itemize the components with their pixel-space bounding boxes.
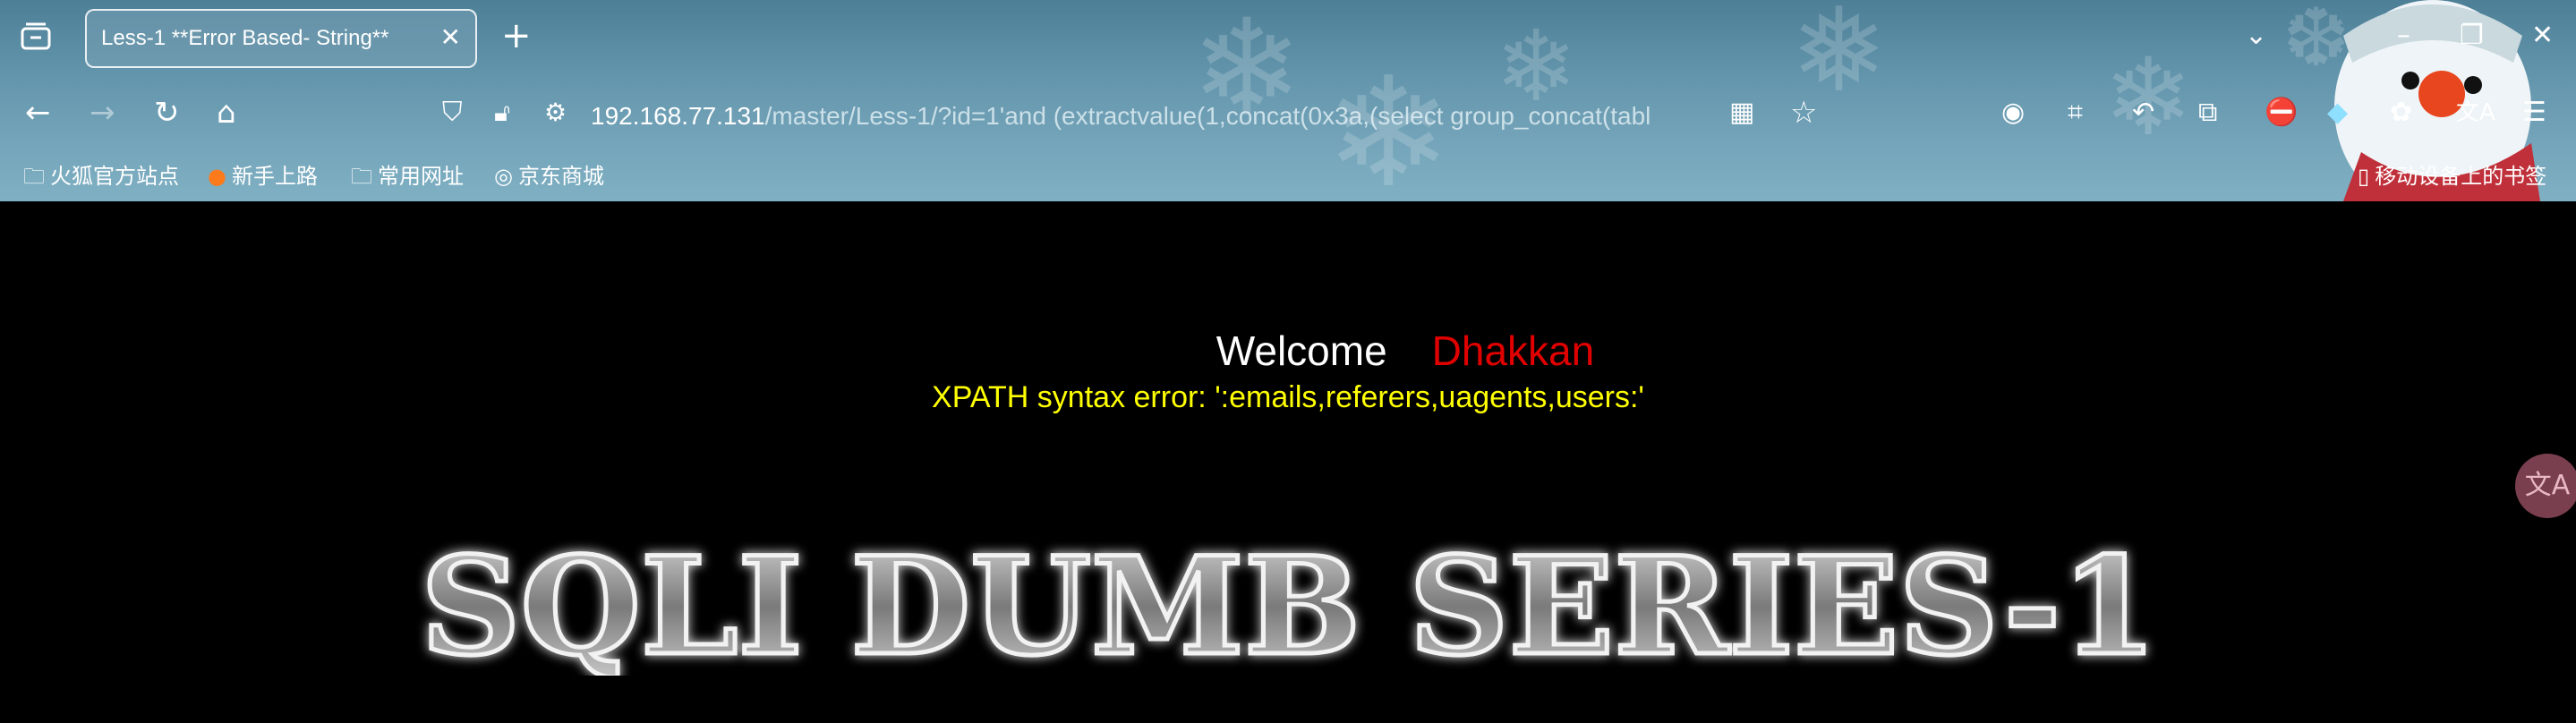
translate-icon: 文A [2524, 470, 2571, 501]
bookmark-label: 新手上路 [231, 164, 318, 189]
welcome-text: Welcome [1215, 327, 1387, 374]
tab-overview-icon[interactable] [18, 20, 54, 55]
user-name: Dhakkan [1431, 327, 1595, 374]
restore-icon[interactable]: ❐ [2460, 20, 2484, 52]
globe-icon: ◎ [494, 164, 513, 189]
extension-icon[interactable]: ◆ [2327, 95, 2348, 131]
tab-strip: Less-1 **Error Based- String** ✕ + ⌄ – ❐… [0, 0, 2576, 79]
navigation-toolbar: ← → ↻ ⌂ ⛉ 🔓︎ ⚙ 192.168.77.131/master/Les… [0, 79, 2576, 150]
url-host: 192.168.77.131 [591, 102, 765, 130]
back-icon[interactable]: ← [25, 95, 51, 131]
bookmark-item[interactable]: ◎ 京东商城 [494, 161, 604, 191]
translate-fab[interactable]: 文A [2515, 454, 2576, 518]
mobile-bookmarks-label: 移动设备上的书签 [2375, 164, 2547, 189]
active-tab[interactable]: Less-1 **Error Based- String** ✕ [85, 9, 477, 68]
firefox-icon: ● [208, 164, 226, 189]
close-window-icon[interactable]: ✕ [2531, 20, 2554, 52]
welcome-line: Welcome Dhakkan [0, 327, 2576, 375]
bookmark-item[interactable]: ● 新手上路 [208, 161, 318, 191]
qr-code-icon[interactable]: ▦ [1729, 95, 1754, 131]
translate-icon[interactable]: 文A [2456, 95, 2495, 131]
banner-text: SQLI DUMB SERIES-1 [421, 532, 2157, 676]
new-tab-button[interactable]: + [501, 16, 532, 55]
tab-title: Less-1 **Error Based- String** [101, 26, 389, 50]
undo-icon[interactable]: ↶ [2132, 95, 2154, 131]
url-path: /master/Less-1/?id=1'and (extractvalue(1… [764, 102, 1651, 130]
site-permissions-icon[interactable]: ⚙ [544, 95, 567, 131]
menu-icon[interactable]: ☰ [2522, 95, 2546, 131]
url-bar[interactable]: 192.168.77.131/master/Less-1/?id=1'and (… [591, 98, 1710, 134]
account-icon[interactable]: ◉ [2001, 95, 2025, 131]
minimize-icon[interactable]: – [2397, 20, 2410, 52]
browser-chrome: ❄ ❄ ❄ ❅ ❄ ❆ Less-1 **Error Based- String… [0, 0, 2576, 201]
forward-icon[interactable]: → [90, 95, 115, 131]
error-message: XPATH syntax error: ':emails,referers,ua… [932, 380, 1644, 414]
shield-icon[interactable]: ⛉ [442, 95, 463, 131]
page-content: Welcome Dhakkan XPATH syntax error: ':ema… [0, 201, 2576, 723]
adblock-extension-icon[interactable]: ⛔ [2265, 95, 2298, 131]
folder-icon: 🗀 [351, 164, 372, 189]
screenshot-crop-icon[interactable]: ⌗ [2068, 95, 2083, 131]
extensions-icon[interactable]: ⧉ [2198, 95, 2217, 131]
bookmark-star-icon[interactable]: ☆ [1790, 95, 1817, 131]
mobile-bookmarks[interactable]: ▯ 移动设备上的书签 [2358, 161, 2546, 191]
bookmark-item[interactable]: 🗀 常用网址 [351, 161, 464, 191]
bookmark-label: 京东商城 [517, 164, 604, 189]
extension-icon[interactable]: ✿ [2390, 95, 2412, 131]
close-icon[interactable]: ✕ [440, 23, 461, 52]
home-icon[interactable]: ⌂ [217, 95, 236, 131]
sqli-dumb-series-banner: SQLI DUMB SERIES-1 [419, 532, 2160, 676]
bookmark-item[interactable]: 🗀 火狐官方站点 [23, 161, 179, 191]
insecure-lock-icon[interactable]: 🔓︎ [494, 95, 510, 131]
bookmarks-toolbar: 🗀 火狐官方站点 ● 新手上路 🗀 常用网址 ◎ 京东商城 ▯ 移动设备上的书签 [0, 150, 2576, 201]
mobile-icon: ▯ [2358, 164, 2370, 189]
reload-icon[interactable]: ↻ [154, 95, 180, 131]
bookmark-label: 常用网址 [378, 164, 464, 189]
folder-icon: 🗀 [23, 164, 45, 189]
bookmark-label: 火狐官方站点 [50, 164, 179, 189]
list-all-tabs-icon[interactable]: ⌄ [2245, 20, 2267, 52]
window-controls: ⌄ – ❐ ✕ [2200, 0, 2576, 79]
